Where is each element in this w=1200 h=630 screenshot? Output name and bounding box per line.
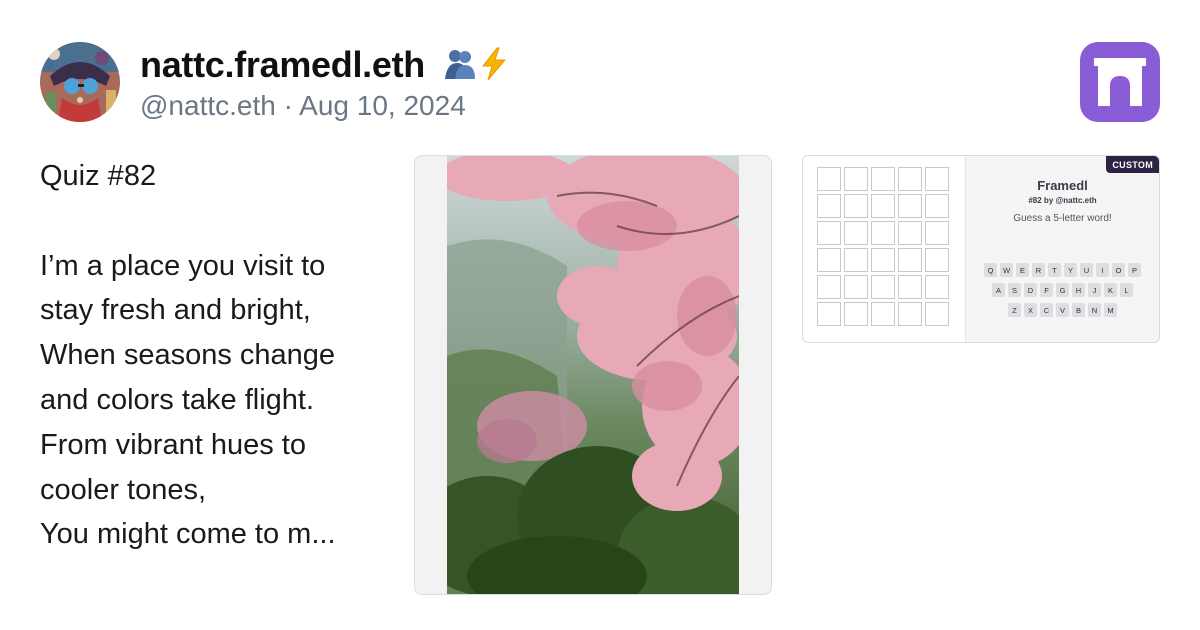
handle-and-date: @nattc.eth · Aug 10, 2024 xyxy=(140,90,466,121)
post-line: cooler tones, xyxy=(40,473,207,506)
key-v[interactable]: V xyxy=(1056,303,1069,317)
grid-cell xyxy=(898,248,922,272)
grid-cell xyxy=(844,275,868,299)
key-e[interactable]: E xyxy=(1016,263,1029,277)
post-line: stay fresh and bright, xyxy=(40,294,311,327)
avatar[interactable] xyxy=(40,42,120,122)
key-g[interactable]: G xyxy=(1056,283,1069,297)
key-p[interactable]: P xyxy=(1128,263,1141,277)
grid-cell xyxy=(844,194,868,218)
grid-cell xyxy=(871,275,895,299)
key-f[interactable]: F xyxy=(1040,283,1053,297)
key-w[interactable]: W xyxy=(1000,263,1013,277)
grid-cell xyxy=(871,248,895,272)
keyboard-row-2: ASDFGHJKL xyxy=(966,283,1159,297)
grid-cell xyxy=(844,248,868,272)
grid-cell xyxy=(925,221,949,245)
key-q[interactable]: Q xyxy=(984,263,997,277)
photo-embed[interactable] xyxy=(414,155,772,595)
key-u[interactable]: U xyxy=(1080,263,1093,277)
post-line xyxy=(40,199,400,244)
key-b[interactable]: B xyxy=(1072,303,1085,317)
post-line: You might come to m... xyxy=(40,518,336,551)
grid-cell xyxy=(898,167,922,191)
guess-grid-panel xyxy=(803,156,966,342)
grid-cell xyxy=(898,275,922,299)
key-s[interactable]: S xyxy=(1008,283,1021,297)
key-d[interactable]: D xyxy=(1024,283,1037,297)
post-line: From vibrant hues to xyxy=(40,428,306,461)
keyboard-row-1: QWERTYUIOP xyxy=(966,263,1159,277)
grid-cell xyxy=(871,167,895,191)
key-c[interactable]: C xyxy=(1040,303,1053,317)
key-r[interactable]: R xyxy=(1032,263,1045,277)
post-line: Quiz #82 xyxy=(40,160,157,192)
key-z[interactable]: Z xyxy=(1008,303,1021,317)
framedl-frame-embed[interactable]: CUSTOM Framedl #82 by @nattc.eth Guess a… xyxy=(802,155,1160,343)
grid-cell xyxy=(925,194,949,218)
custom-badge: CUSTOM xyxy=(1106,156,1159,173)
key-x[interactable]: X xyxy=(1024,303,1037,317)
grid-cell xyxy=(898,302,922,326)
grid-cell xyxy=(898,221,922,245)
grid-cell xyxy=(817,248,841,272)
display-name-text: nattc.framedl.eth xyxy=(140,44,425,85)
key-i[interactable]: I xyxy=(1096,263,1109,277)
key-n[interactable]: N xyxy=(1088,303,1101,317)
app-logo[interactable] xyxy=(1080,42,1160,122)
grid-cell xyxy=(817,275,841,299)
frame-subtitle: #82 by @nattc.eth xyxy=(1028,196,1097,205)
keyboard-row-3: ZXCVBNM xyxy=(966,303,1159,317)
key-o[interactable]: O xyxy=(1112,263,1125,277)
grid-cell xyxy=(871,194,895,218)
grid-cell xyxy=(925,248,949,272)
key-l[interactable]: L xyxy=(1120,283,1133,297)
display-name[interactable]: nattc.framedl.eth xyxy=(140,44,509,90)
grid-cell xyxy=(817,194,841,218)
grid-cell xyxy=(817,221,841,245)
grid-cell xyxy=(844,221,868,245)
key-h[interactable]: H xyxy=(1072,283,1085,297)
grid-cell xyxy=(844,167,868,191)
key-k[interactable]: K xyxy=(1104,283,1117,297)
frame-info-panel: CUSTOM Framedl #82 by @nattc.eth Guess a… xyxy=(966,156,1159,342)
grid-cell xyxy=(925,167,949,191)
key-t[interactable]: T xyxy=(1048,263,1061,277)
grid-cell xyxy=(871,302,895,326)
grid-cell xyxy=(898,194,922,218)
frame-hint: Guess a 5-letter word! xyxy=(1013,213,1112,224)
grid-cell xyxy=(817,167,841,191)
key-m[interactable]: M xyxy=(1104,303,1117,317)
guess-grid xyxy=(817,167,949,326)
grid-cell xyxy=(925,275,949,299)
grid-cell xyxy=(871,221,895,245)
key-j[interactable]: J xyxy=(1088,283,1101,297)
key-y[interactable]: Y xyxy=(1064,263,1077,277)
post-line: and colors take flight. xyxy=(40,383,315,416)
post-text: Quiz #82 I’m a place you visit to stay f… xyxy=(40,154,400,557)
key-a[interactable]: A xyxy=(992,283,1005,297)
lightning-bolt-emoji xyxy=(479,47,509,90)
post-line: When seasons change xyxy=(40,339,336,372)
grid-cell xyxy=(925,302,949,326)
post-line: I’m a place you visit to xyxy=(40,249,326,282)
frame-title: Framedl xyxy=(1037,178,1088,193)
grid-cell xyxy=(844,302,868,326)
people-hugging-emoji xyxy=(443,47,477,90)
arch-icon xyxy=(1094,58,1146,106)
cherry-blossom-photo xyxy=(447,156,739,594)
grid-cell xyxy=(817,302,841,326)
